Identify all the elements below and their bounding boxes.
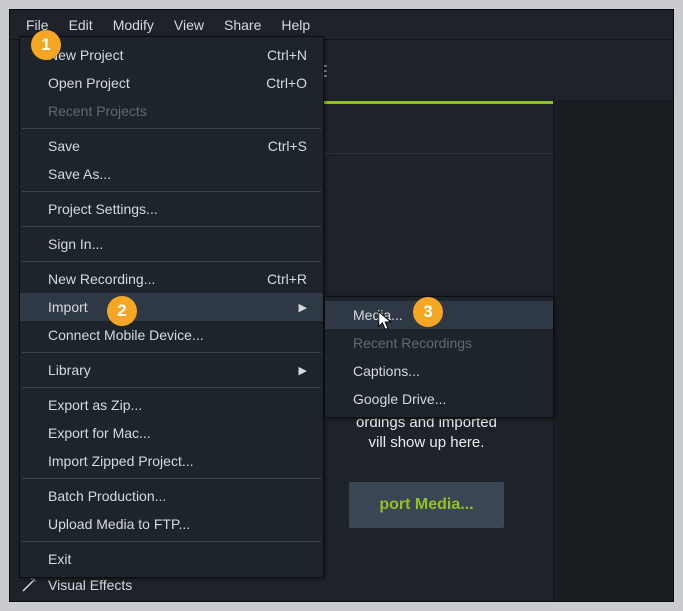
- menu-item-label: Import: [48, 299, 88, 315]
- menu-edit[interactable]: Edit: [59, 11, 103, 39]
- menu-item-label: Google Drive...: [353, 391, 446, 407]
- file-menu-dropdown: New Project Ctrl+N Open Project Ctrl+O R…: [19, 36, 324, 578]
- menu-item-save-as[interactable]: Save As...: [20, 160, 323, 188]
- menu-item-label: Media...: [353, 307, 403, 323]
- menu-item-save[interactable]: Save Ctrl+S: [20, 132, 323, 160]
- menu-item-label: Exit: [48, 551, 71, 567]
- annotation-step-1: 1: [31, 30, 61, 60]
- menu-item-label: Upload Media to FTP...: [48, 516, 190, 532]
- wand-icon: [20, 576, 38, 594]
- empty-line: vill show up here.: [369, 434, 485, 451]
- menu-item-library[interactable]: Library ▶: [20, 356, 323, 384]
- menu-item-shortcut: Ctrl+O: [266, 75, 307, 91]
- menu-item-label: Export for Mac...: [48, 425, 151, 441]
- menu-share[interactable]: Share: [214, 11, 271, 39]
- submenu-item-captions[interactable]: Captions...: [325, 357, 553, 385]
- sidebar-item-label: Visual Effects: [48, 577, 132, 593]
- menu-item-label: Sign In...: [48, 236, 103, 252]
- menu-item-new-project[interactable]: New Project Ctrl+N: [20, 41, 323, 69]
- menu-separator: [22, 261, 321, 262]
- menu-separator: [22, 191, 321, 192]
- menu-separator: [22, 128, 321, 129]
- menu-item-exit[interactable]: Exit: [20, 545, 323, 573]
- submenu-item-recent-recordings: Recent Recordings: [325, 329, 553, 357]
- menu-item-batch-production[interactable]: Batch Production...: [20, 482, 323, 510]
- menu-item-label: Connect Mobile Device...: [48, 327, 204, 343]
- menu-item-label: Captions...: [353, 363, 420, 379]
- menu-item-label: Batch Production...: [48, 488, 166, 504]
- menu-item-shortcut: Ctrl+R: [267, 271, 307, 287]
- menu-item-shortcut: Ctrl+S: [268, 138, 307, 154]
- submenu-item-google-drive[interactable]: Google Drive...: [325, 385, 553, 413]
- annotation-step-3: 3: [413, 297, 443, 327]
- menu-item-new-recording[interactable]: New Recording... Ctrl+R: [20, 265, 323, 293]
- submenu-arrow-icon: ▶: [299, 301, 307, 314]
- menu-item-shortcut: Ctrl+N: [267, 47, 307, 63]
- annotation-step-2: 2: [107, 296, 137, 326]
- menu-item-export-zip[interactable]: Export as Zip...: [20, 391, 323, 419]
- menu-item-label: Project Settings...: [48, 201, 158, 217]
- menu-item-label: Recent Recordings: [353, 335, 472, 351]
- menu-item-open-project[interactable]: Open Project Ctrl+O: [20, 69, 323, 97]
- menu-item-label: Save: [48, 138, 80, 154]
- menu-item-project-settings[interactable]: Project Settings...: [20, 195, 323, 223]
- menu-help[interactable]: Help: [271, 11, 320, 39]
- right-strip: [553, 100, 673, 601]
- menu-item-recent-projects: Recent Projects: [20, 97, 323, 125]
- menu-item-label: Library: [48, 362, 91, 378]
- menu-separator: [22, 226, 321, 227]
- menu-item-label: Recent Projects: [48, 103, 147, 119]
- menu-modify[interactable]: Modify: [103, 11, 164, 39]
- menu-view[interactable]: View: [164, 11, 214, 39]
- menu-item-label: Open Project: [48, 75, 130, 91]
- menu-item-sign-in[interactable]: Sign In...: [20, 230, 323, 258]
- menu-separator: [22, 478, 321, 479]
- submenu-arrow-icon: ▶: [299, 364, 307, 377]
- menu-separator: [22, 387, 321, 388]
- menu-item-import[interactable]: Import ▶: [20, 293, 323, 321]
- menu-item-upload-ftp[interactable]: Upload Media to FTP...: [20, 510, 323, 538]
- menu-item-label: Save As...: [48, 166, 111, 182]
- menu-separator: [22, 541, 321, 542]
- import-media-button[interactable]: port Media...: [349, 482, 503, 528]
- menu-item-label: Export as Zip...: [48, 397, 142, 413]
- menu-item-connect-mobile[interactable]: Connect Mobile Device...: [20, 321, 323, 349]
- menu-item-export-mac[interactable]: Export for Mac...: [20, 419, 323, 447]
- menu-item-label: Import Zipped Project...: [48, 453, 194, 469]
- menu-item-label: New Recording...: [48, 271, 155, 287]
- menu-item-import-zipped[interactable]: Import Zipped Project...: [20, 447, 323, 475]
- menu-separator: [22, 352, 321, 353]
